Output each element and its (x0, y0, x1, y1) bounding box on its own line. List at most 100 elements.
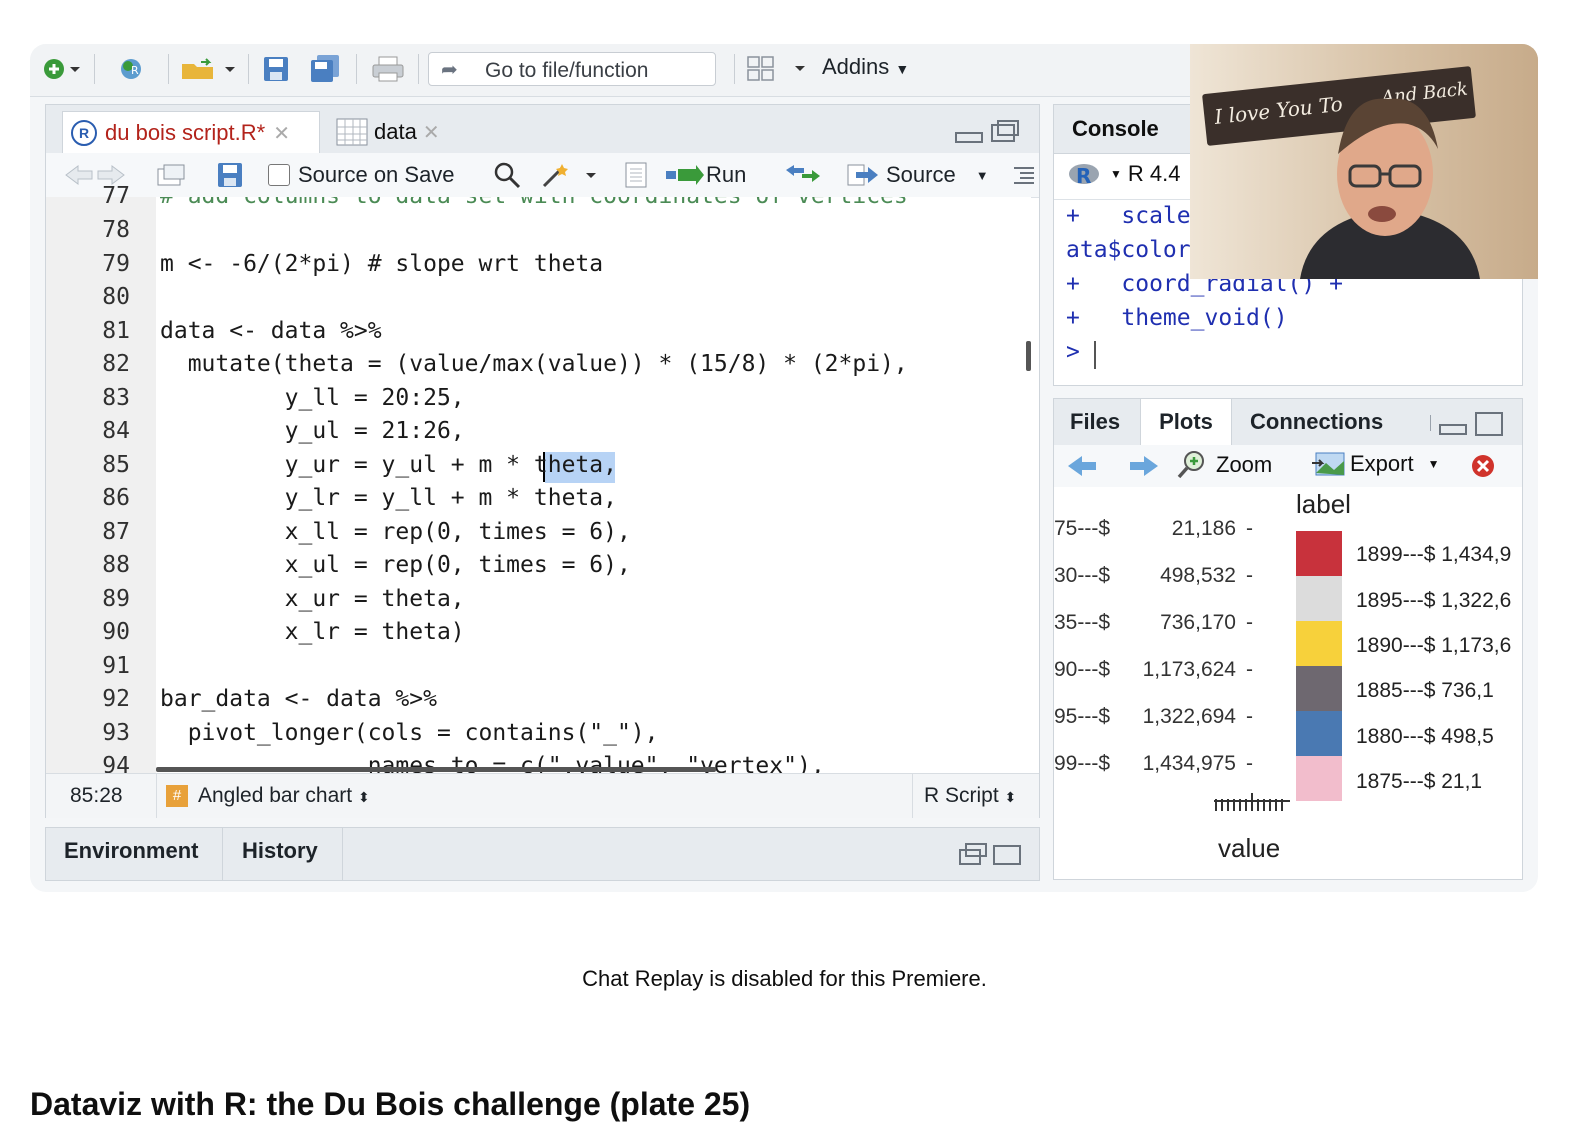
webcam-overlay: I love You To And Back (1190, 44, 1538, 279)
line-number: 87 (102, 519, 130, 545)
section-label: Angled bar chart (198, 784, 353, 807)
tab-plots-label: Plots (1159, 409, 1213, 434)
code-line: x_ur = theta, (160, 586, 465, 612)
console-title[interactable]: Console (1072, 116, 1159, 142)
minimize-maximize-icon (1430, 412, 1503, 436)
compile-report-button[interactable] (622, 159, 650, 191)
tab-files[interactable]: Files (1070, 399, 1120, 445)
console-prompt[interactable]: > (1066, 339, 1080, 365)
print-icon (372, 56, 404, 82)
close-icon[interactable]: ✕ (273, 121, 290, 146)
zoom-icon (1177, 451, 1204, 479)
find-button[interactable] (492, 159, 522, 191)
open-file-button[interactable] (178, 54, 240, 84)
y-tick-label-left: 90---$ (1054, 658, 1111, 681)
minimize-pane-button[interactable] (1428, 411, 1512, 442)
zoom-label: Zoom (1216, 452, 1273, 477)
line-number: 91 (102, 653, 130, 679)
grid-layout-icon (747, 56, 805, 81)
run-button[interactable]: Run (664, 159, 746, 191)
popout-icon (157, 164, 185, 186)
chevron-down-icon: ▼ (895, 61, 910, 77)
file-type-menu[interactable]: R Script ⬍ (924, 784, 1016, 808)
editor-save-button[interactable] (216, 159, 246, 191)
show-in-window-button[interactable] (154, 159, 188, 191)
tab-data[interactable]: data ✕ (334, 111, 464, 153)
plot-back-forward-buttons[interactable] (1066, 451, 1160, 486)
tab-plots[interactable]: Plots (1140, 399, 1232, 445)
legend-label: 1899---$ 1,434,9 (1356, 543, 1512, 566)
checkbox-icon (268, 164, 290, 186)
new-project-button[interactable]: R (114, 54, 162, 84)
line-number: 77 (102, 183, 130, 209)
new-file-icon (44, 59, 80, 79)
video-player[interactable]: R ➦ Go to file/function Addins ▼ R du bo… (30, 44, 1538, 892)
tab-history[interactable]: History (242, 838, 318, 864)
code-editor[interactable]: # add columns to data set with coordinat… (156, 197, 1031, 773)
export-menu[interactable]: Export ▼ (1310, 449, 1439, 479)
vertical-scrollbar[interactable] (1026, 341, 1031, 371)
y-tick-label-right: 1,322,694 (1142, 705, 1236, 728)
chevron-down-icon: ▼ (975, 167, 989, 183)
legend-label: 1875---$ 21,1 (1356, 770, 1483, 793)
close-icon[interactable]: ✕ (423, 120, 440, 145)
zoom-button[interactable]: Zoom (1176, 449, 1272, 481)
line-number: 88 (102, 552, 130, 578)
open-folder-icon (182, 58, 235, 79)
source-on-save-label: Source on Save (298, 162, 455, 187)
pane-layout-button[interactable] (744, 54, 810, 84)
print-button[interactable] (366, 54, 410, 84)
code-line: # add columns to data set with coordinat… (160, 197, 908, 209)
y-tick-label-left: 95---$ (1054, 705, 1111, 728)
remove-plot-button[interactable] (1470, 453, 1496, 484)
tab-connections[interactable]: Connections (1250, 399, 1383, 445)
r-file-icon: R (71, 120, 97, 146)
addins-menu[interactable]: Addins ▼ (822, 54, 909, 80)
legend-swatch (1296, 621, 1342, 666)
files-plots-pane: Files Plots Connections Zoom Export ▼ 75… (1053, 398, 1523, 880)
save-all-button[interactable] (306, 54, 346, 84)
tab-script[interactable]: R du bois script.R* ✕ (62, 111, 320, 154)
cursor-position: 85:28 (70, 784, 123, 807)
tab-environment[interactable]: Environment (64, 838, 198, 864)
code-line: mutate(theta = (value/max(value)) * (15/… (160, 351, 908, 377)
tick-mark: - (1246, 611, 1253, 634)
section-hash-icon: # (166, 785, 188, 807)
remove-icon (1472, 455, 1494, 477)
line-number: 89 (102, 586, 130, 612)
y-tick-label-right: 1,434,975 (1142, 752, 1236, 775)
outline-button[interactable] (1012, 159, 1036, 191)
save-icon (218, 163, 242, 187)
outline-icon (1014, 167, 1034, 184)
tab-script-label: du bois script.R* (105, 120, 266, 145)
goto-file-input[interactable]: ➦ Go to file/function (428, 52, 716, 86)
chevron-down-icon: ▼ (1110, 167, 1122, 181)
legend-title: label (1296, 489, 1351, 519)
restore-pane-button[interactable] (958, 842, 1024, 873)
r-version-menu[interactable]: R ▼ R 4.4 (1068, 161, 1180, 187)
y-tick-label-right: 498,532 (1160, 564, 1236, 587)
chat-replay-message: Chat Replay is disabled for this Premier… (582, 966, 987, 991)
project-icon: R (121, 59, 141, 79)
y-tick-label: 35---$ 736,170- (1054, 611, 1253, 635)
x-axis-title: value (1218, 833, 1281, 863)
source-button[interactable]: Source ▼ (846, 159, 989, 191)
section-jump-menu[interactable]: Angled bar chart ⬍ (198, 784, 370, 808)
tick-mark: - (1246, 564, 1253, 587)
horizontal-scrollbar[interactable] (156, 767, 716, 772)
legend-swatch (1296, 756, 1342, 801)
minimize-pane-button[interactable] (954, 119, 1020, 150)
line-number: 92 (102, 686, 130, 712)
y-tick-label: 75---$ 21,186- (1054, 517, 1253, 541)
rstudio-ide: R ➦ Go to file/function Addins ▼ R du bo… (30, 44, 1538, 892)
legend-label: 1895---$ 1,322,6 (1356, 589, 1512, 612)
rerun-button[interactable] (782, 159, 822, 191)
source-on-save-checkbox[interactable]: Source on Save (268, 159, 455, 191)
table-icon (336, 118, 368, 146)
code-tools-button[interactable] (540, 159, 598, 191)
plots-toolbar: Zoom Export ▼ (1054, 445, 1522, 488)
save-button[interactable] (258, 54, 294, 84)
new-file-button[interactable] (38, 54, 86, 84)
line-number: 85 (102, 452, 130, 478)
run-label: Run (706, 162, 747, 187)
